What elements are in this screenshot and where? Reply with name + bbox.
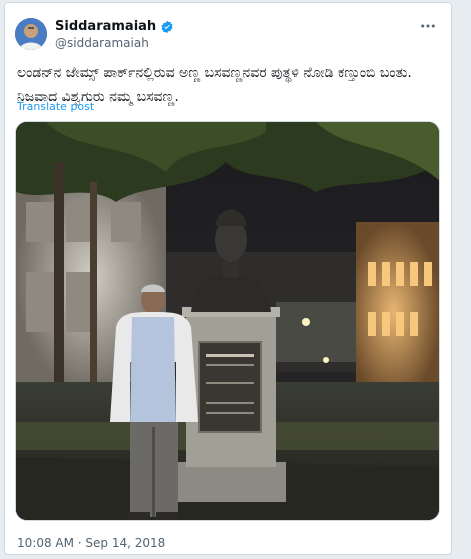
verified-badge-icon: [161, 20, 173, 33]
tweet-card: Siddaramaiah @siddaramaiah ಲಂಡನ್‌ನ ಜೇಮ್ಸ…: [4, 2, 452, 555]
author-handle[interactable]: @siddaramaiah: [55, 36, 149, 50]
translate-post-link[interactable]: Translate post: [17, 100, 94, 113]
author-row: Siddaramaiah: [55, 19, 174, 34]
avatar-image: [15, 18, 47, 50]
more-options-icon[interactable]: [419, 17, 437, 35]
photo-night-park-statue: [16, 122, 439, 520]
avatar[interactable]: [15, 18, 47, 50]
tweet-photo[interactable]: [15, 121, 440, 521]
author-name[interactable]: Siddaramaiah: [55, 19, 156, 34]
tweet-timestamp[interactable]: 10:08 AM · Sep 14, 2018: [17, 536, 165, 550]
